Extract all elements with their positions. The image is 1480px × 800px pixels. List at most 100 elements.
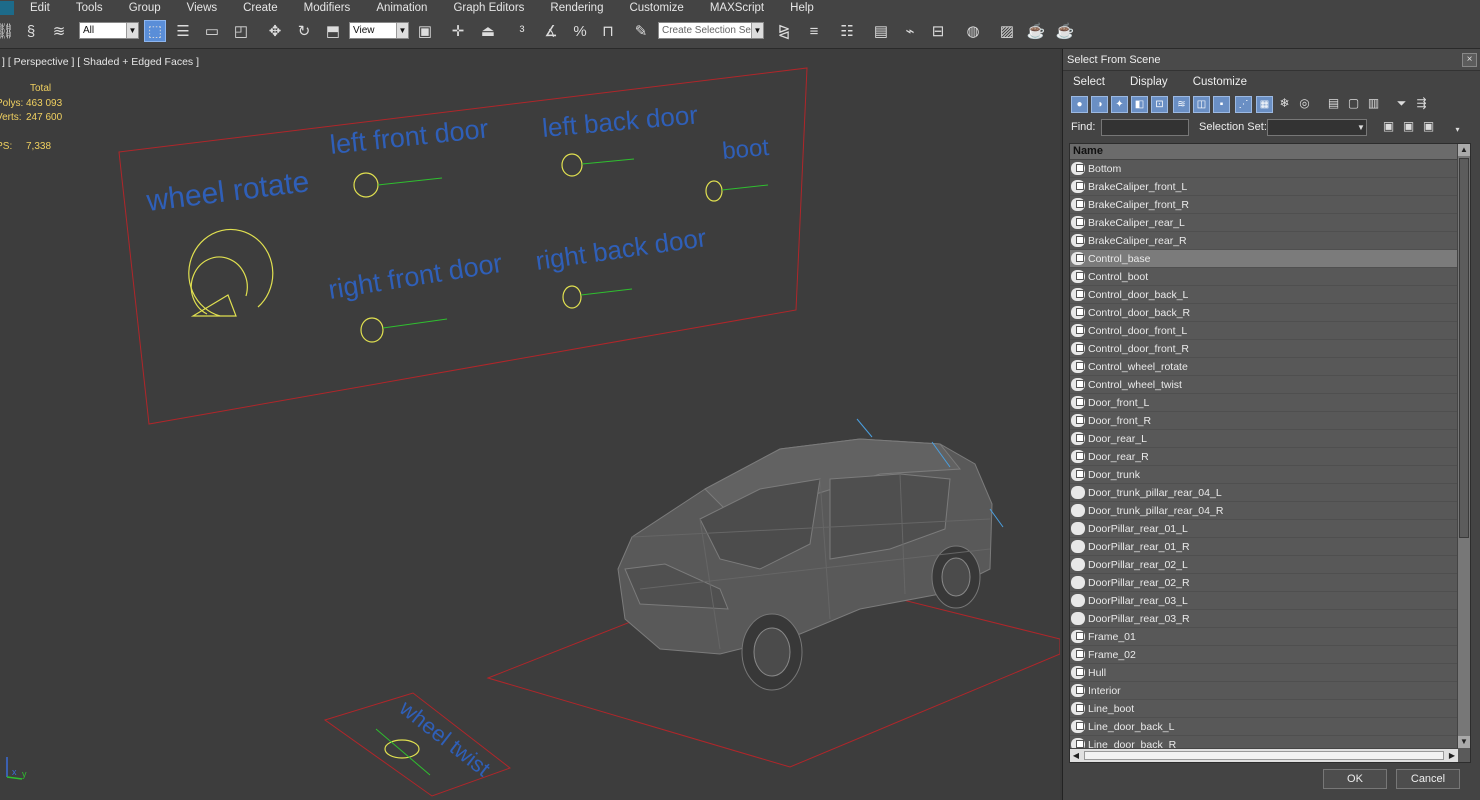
link-icon[interactable]: ⛓ xyxy=(0,20,16,42)
list-item[interactable]: DoorPillar_rear_02_L xyxy=(1070,556,1458,574)
reference-coord-dropdown[interactable]: View ▼ xyxy=(349,22,409,39)
ribbon-icon[interactable]: ▤ xyxy=(870,20,892,42)
list-item[interactable]: Control_wheel_twist xyxy=(1070,376,1458,394)
rect-selection-icon[interactable]: ▭ xyxy=(201,20,223,42)
vertical-scrollbar[interactable]: ▲ ▼ xyxy=(1457,144,1470,748)
select-none-icon[interactable]: ▢ xyxy=(1345,96,1362,113)
edit-named-selection-icon[interactable]: ✎ xyxy=(630,20,652,42)
dialog-menu-display[interactable]: Display xyxy=(1126,76,1172,88)
display-hidden-icon[interactable]: ◎ xyxy=(1296,96,1313,113)
list-item[interactable]: Control_door_back_L xyxy=(1070,286,1458,304)
control-right-front-door[interactable] xyxy=(360,317,448,343)
scale-icon[interactable]: ⬒ xyxy=(322,20,344,42)
scroll-left-icon[interactable]: ◀ xyxy=(1070,750,1082,762)
menu-customize[interactable]: Customize xyxy=(623,2,689,14)
list-item[interactable]: Control_door_front_R xyxy=(1070,340,1458,358)
scroll-up-icon[interactable]: ▲ xyxy=(1458,144,1470,156)
list-item[interactable]: Door_front_L xyxy=(1070,394,1458,412)
list-item[interactable]: BrakeCaliper_front_L xyxy=(1070,178,1458,196)
display-cameras-icon[interactable]: ◧ xyxy=(1131,96,1148,113)
list-item[interactable]: DoorPillar_rear_01_R xyxy=(1070,538,1458,556)
column-header-name[interactable]: Name xyxy=(1070,144,1458,160)
control-left-back-door[interactable] xyxy=(561,153,635,177)
render-setup-icon[interactable]: ▨ xyxy=(996,20,1018,42)
expand-options-icon[interactable]: ▾ xyxy=(1449,122,1466,139)
scroll-down-icon[interactable]: ▼ xyxy=(1458,736,1470,748)
list-item[interactable]: Control_boot xyxy=(1070,268,1458,286)
find-input[interactable] xyxy=(1101,119,1189,136)
vertical-scroll-thumb[interactable] xyxy=(1459,158,1469,538)
list-item[interactable]: Door_rear_L xyxy=(1070,430,1458,448)
dialog-title-bar[interactable]: Select From Scene × xyxy=(1063,49,1480,71)
filter-icon[interactable]: ⏷ xyxy=(1393,96,1410,113)
display-containers-icon[interactable]: ▦ xyxy=(1256,96,1273,113)
angle-snap-icon[interactable]: ∡ xyxy=(540,20,562,42)
remove-from-set-icon[interactable]: ▣ xyxy=(1420,119,1437,136)
list-item[interactable]: Frame_02 xyxy=(1070,646,1458,664)
display-bones-icon[interactable]: ⋰ xyxy=(1235,96,1252,113)
spinner-snap-icon[interactable]: ⊓ xyxy=(597,20,619,42)
list-item[interactable]: Control_door_back_R xyxy=(1070,304,1458,322)
list-item[interactable]: Door_rear_R xyxy=(1070,448,1458,466)
display-helpers-icon[interactable]: ⊡ xyxy=(1151,96,1168,113)
menu-group[interactable]: Group xyxy=(123,2,167,14)
list-item[interactable]: Control_base xyxy=(1070,250,1458,268)
percent-snap-icon[interactable]: % xyxy=(569,20,591,42)
list-item[interactable]: Line_door_back_L xyxy=(1070,718,1458,736)
unlink-icon[interactable]: § xyxy=(20,20,42,42)
render-production-icon[interactable]: ☕ xyxy=(1054,20,1076,42)
list-item[interactable]: DoorPillar_rear_03_R xyxy=(1070,610,1458,628)
dialog-menu-select[interactable]: Select xyxy=(1069,76,1109,88)
menu-create[interactable]: Create xyxy=(237,2,284,14)
window-crossing-icon[interactable]: ◰ xyxy=(230,20,252,42)
cancel-button[interactable]: Cancel xyxy=(1396,769,1460,789)
list-item[interactable]: Control_wheel_rotate xyxy=(1070,358,1458,376)
display-groups-icon[interactable]: ◫ xyxy=(1193,96,1210,113)
material-editor-icon[interactable]: ◍ xyxy=(962,20,984,42)
select-object-icon[interactable]: ⬚ xyxy=(144,20,166,42)
list-item[interactable]: BrakeCaliper_front_R xyxy=(1070,196,1458,214)
control-boot[interactable] xyxy=(705,180,769,202)
list-item[interactable]: BrakeCaliper_rear_R xyxy=(1070,232,1458,250)
move-icon[interactable]: ✥ xyxy=(264,20,286,42)
scene-object-list[interactable]: Name Bottom BrakeCaliper_front_L BrakeCali… xyxy=(1069,143,1471,763)
display-xrefs-icon[interactable]: ▪ xyxy=(1213,96,1230,113)
display-geometry-icon[interactable]: ● xyxy=(1071,96,1088,113)
schematic-view-icon[interactable]: ⊟ xyxy=(927,20,949,42)
menu-edit[interactable]: Edit xyxy=(24,2,56,14)
rotate-icon[interactable]: ↻ xyxy=(293,20,315,42)
list-item[interactable]: Line_boot xyxy=(1070,700,1458,718)
sort-filter-icon[interactable]: ⇶ xyxy=(1413,96,1430,113)
select-by-name-icon[interactable]: ☰ xyxy=(172,20,194,42)
named-selection-dropdown[interactable]: Create Selection Se ▼ xyxy=(658,22,764,39)
perspective-viewport[interactable]: wheel rotate left front door left back d… xyxy=(0,49,1060,800)
menu-rendering[interactable]: Rendering xyxy=(544,2,609,14)
menu-animation[interactable]: Animation xyxy=(370,2,433,14)
list-item[interactable]: DoorPillar_rear_02_R xyxy=(1070,574,1458,592)
manipulate-icon[interactable]: ✛ xyxy=(447,20,469,42)
list-item[interactable]: DoorPillar_rear_01_L xyxy=(1070,520,1458,538)
list-item[interactable]: Frame_01 xyxy=(1070,628,1458,646)
bind-space-warp-icon[interactable]: ≋ xyxy=(48,20,70,42)
viewport-label[interactable]: ] [ Perspective ] [ Shaded + Edged Faces… xyxy=(2,56,199,68)
display-shapes-icon[interactable]: ◑ xyxy=(1091,96,1108,113)
curve-editor-icon[interactable]: ⌁ xyxy=(899,20,921,42)
add-to-set-icon[interactable]: ▣ xyxy=(1400,119,1417,136)
list-item[interactable]: Control_door_front_L xyxy=(1070,322,1458,340)
select-all-icon[interactable]: ▤ xyxy=(1325,96,1342,113)
horizontal-scroll-thumb[interactable] xyxy=(1084,751,1444,760)
menu-help[interactable]: Help xyxy=(784,2,820,14)
pivot-center-icon[interactable]: ▣ xyxy=(414,20,436,42)
list-item[interactable]: Interior xyxy=(1070,682,1458,700)
app-logo[interactable] xyxy=(0,0,14,15)
snaps-toggle-icon[interactable]: ³ xyxy=(511,20,533,42)
mirror-icon[interactable]: ⧎ xyxy=(773,20,795,42)
list-item[interactable]: DoorPillar_rear_03_L xyxy=(1070,592,1458,610)
selection-set-dropdown[interactable]: ▼ xyxy=(1267,119,1367,136)
horizontal-scrollbar[interactable]: ◀ ▶ xyxy=(1070,748,1458,762)
list-item[interactable]: Door_trunk_pillar_rear_04_L xyxy=(1070,484,1458,502)
selection-filter-dropdown[interactable]: All ▼ xyxy=(79,22,139,39)
ok-button[interactable]: OK xyxy=(1323,769,1387,789)
align-icon[interactable]: ≡ xyxy=(803,20,825,42)
list-item[interactable]: Door_trunk_pillar_rear_04_R xyxy=(1070,502,1458,520)
